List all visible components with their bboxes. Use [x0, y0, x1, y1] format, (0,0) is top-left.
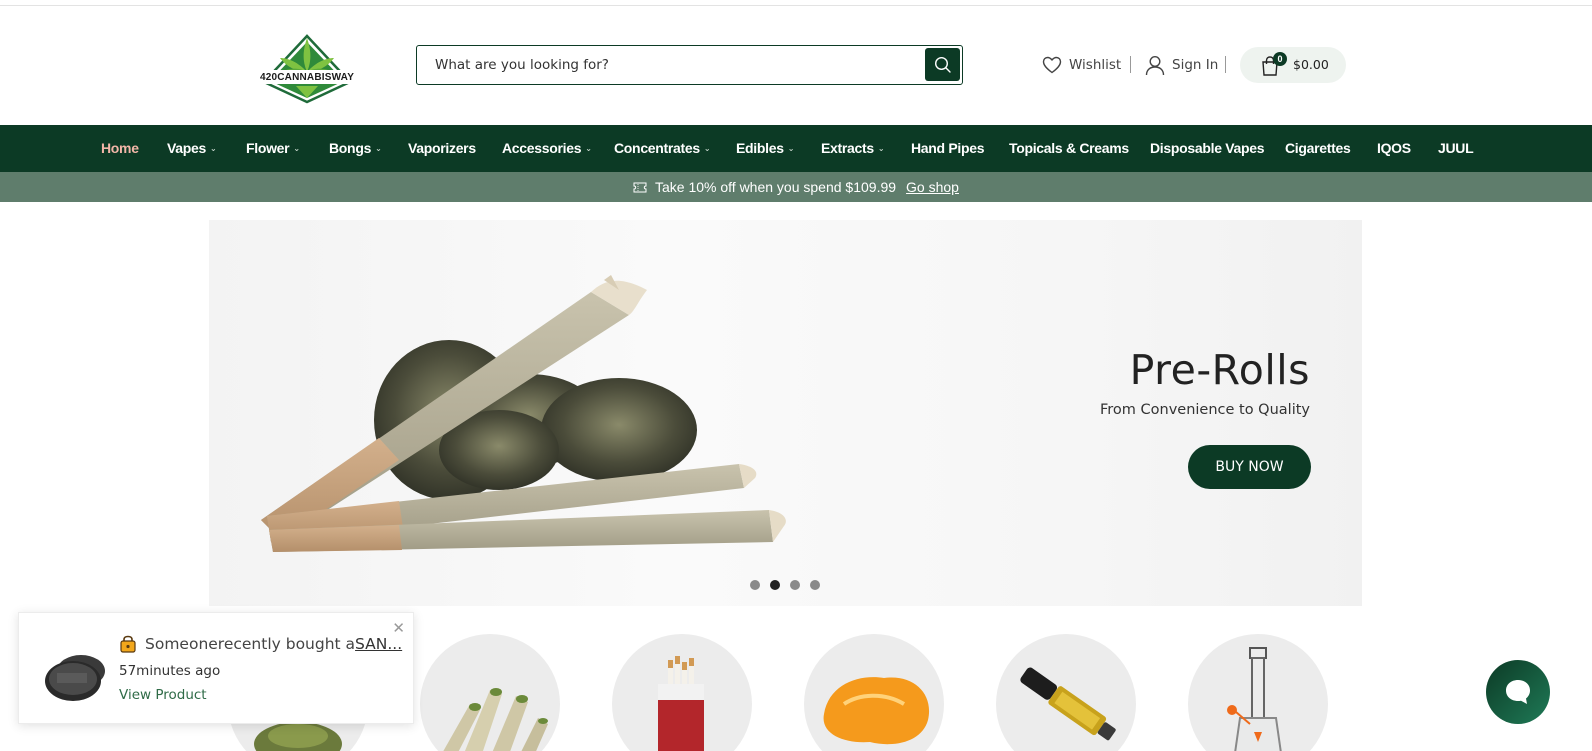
slider-dot[interactable] [790, 580, 800, 590]
nav-item-vaporizers[interactable]: Vaporizers [408, 125, 476, 172]
header-divider [1130, 56, 1131, 73]
nav-item-concentrates[interactable]: Concentrates ⌄ [614, 125, 711, 172]
chevron-down-icon: ⌄ [293, 143, 300, 153]
hero-slider: Pre-Rolls From Convenience to Quality BU… [209, 220, 1362, 606]
grinder-image [45, 655, 105, 701]
cart-count-badge: 0 [1273, 52, 1287, 66]
slider-dot[interactable] [770, 580, 780, 590]
cart-total: $0.00 [1293, 57, 1329, 72]
wishlist-label: Wishlist [1069, 57, 1122, 73]
search-input[interactable] [417, 46, 923, 83]
signin-link[interactable]: Sign In [1145, 54, 1218, 76]
pre-rolls-image [261, 275, 786, 552]
vape-cartridge-image [1020, 667, 1116, 741]
go-shop-link[interactable]: Go shop [906, 172, 959, 202]
promo-text: Take 10% off when you spend $109.99 [655, 179, 897, 195]
ticket-icon [633, 182, 647, 192]
nav-item-flower[interactable]: Flower ⌄ [246, 125, 300, 172]
category-pre-rolls[interactable] [420, 634, 560, 751]
nav-item-iqos[interactable]: IQOS [1377, 125, 1411, 172]
search-icon [934, 56, 951, 73]
buy-now-button[interactable]: BUY NOW [1188, 445, 1311, 489]
category-concentrates[interactable] [804, 634, 944, 751]
shatter-image [823, 677, 930, 745]
nav-item-topicals-creams[interactable]: Topicals & Creams [1009, 125, 1129, 172]
hero-subtitle: From Convenience to Quality [1099, 402, 1310, 418]
chevron-down-icon: ⌄ [375, 143, 382, 153]
toast-time: 57minutes ago [119, 663, 221, 679]
chat-button[interactable] [1486, 660, 1550, 724]
chevron-down-icon: ⌄ [787, 143, 795, 153]
chevron-down-icon: ⌄ [703, 143, 711, 153]
logo-text: 420CANNABISWAY [259, 72, 355, 83]
nav-item-home[interactable]: Home [101, 125, 139, 172]
category-vapes[interactable] [996, 634, 1136, 751]
toast-product-link[interactable]: SAN... [355, 635, 402, 653]
toast-prefix: Someonerecently bought a [145, 635, 356, 653]
cigarette-pack-image [658, 656, 704, 751]
nav-item-extracts[interactable]: Extracts ⌄ [821, 125, 885, 172]
search-bar [416, 45, 963, 85]
nav-item-cigarettes[interactable]: Cigarettes [1285, 125, 1351, 172]
chevron-down-icon: ⌄ [585, 143, 592, 153]
chevron-down-icon: ⌄ [877, 143, 885, 153]
header-divider [1225, 56, 1226, 73]
search-button[interactable] [925, 48, 960, 81]
slider-dot[interactable] [750, 580, 760, 590]
shopping-bag-icon [120, 635, 136, 653]
nav-item-juul[interactable]: JUUL [1438, 125, 1474, 172]
heart-icon [1042, 56, 1062, 74]
pre-roll-cones-image [443, 688, 548, 751]
slider-dots [750, 580, 820, 590]
nav-item-bongs[interactable]: Bongs ⌄ [329, 125, 382, 172]
category-bongs[interactable] [1188, 634, 1328, 751]
nav-item-accessories[interactable]: Accessories ⌄ [502, 125, 592, 172]
signin-label: Sign In [1172, 57, 1219, 73]
user-icon [1145, 55, 1165, 75]
recent-purchase-popup: ✕ Someonerecently bought aSAN... 57minut… [18, 612, 414, 724]
site-logo[interactable]: 420CANNABISWAY [256, 28, 358, 104]
hero-title: Pre-Rolls [1129, 346, 1310, 394]
chat-bubble-icon [1506, 680, 1530, 704]
category-cigarettes[interactable] [612, 634, 752, 751]
view-product-link[interactable]: View Product [119, 687, 207, 703]
nav-item-vapes[interactable]: Vapes ⌄ [167, 125, 217, 172]
cart-button[interactable]: 0 $0.00 [1240, 47, 1346, 83]
chevron-down-icon: ⌄ [209, 143, 217, 153]
top-divider [0, 5, 1592, 6]
slider-dot[interactable] [810, 580, 820, 590]
nav-item-hand-pipes[interactable]: Hand Pipes [911, 125, 985, 172]
main-navigation: Home Vapes ⌄ Flower ⌄ Bongs ⌄ Vaporizers Ac… [0, 125, 1592, 172]
nav-item-disposable-vapes[interactable]: Disposable Vapes [1150, 125, 1265, 172]
wishlist-link[interactable]: Wishlist [1042, 54, 1121, 76]
bong-image [1227, 647, 1282, 751]
nav-item-edibles[interactable]: Edibles ⌄ [736, 125, 794, 172]
promo-bar: Take 10% off when you spend $109.99 Go s… [0, 172, 1592, 202]
